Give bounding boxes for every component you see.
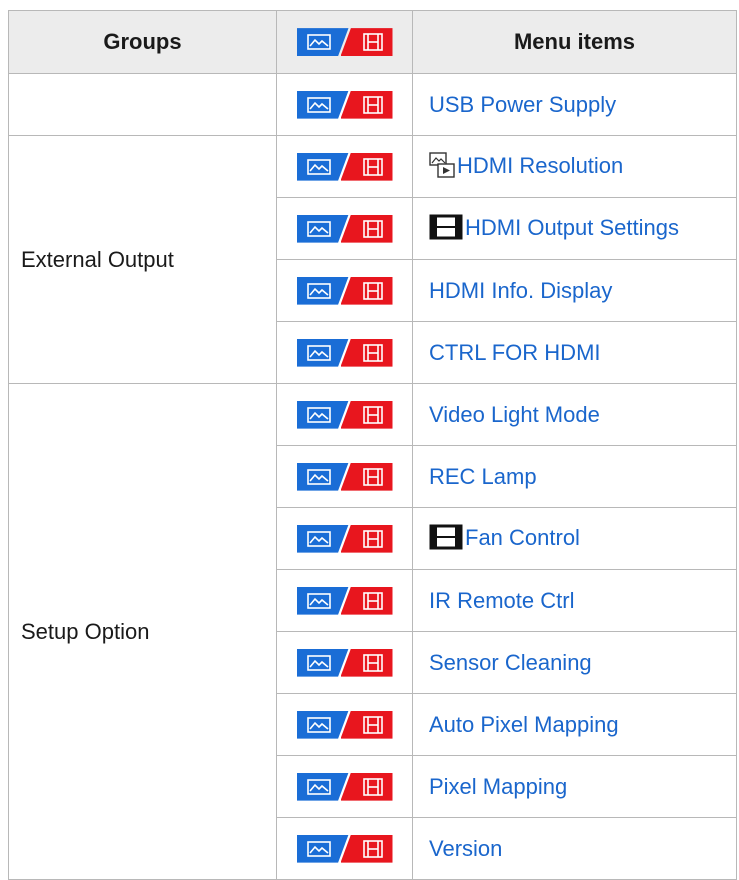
table-row: Setup Option Video Light Mode <box>8 383 737 880</box>
movie-icon <box>362 715 383 734</box>
still-image-icon <box>306 530 331 547</box>
still-movie-mode-badge <box>296 214 393 243</box>
menu-item-cell: HDMI Info. Display <box>412 259 737 322</box>
movie-icon <box>429 524 463 550</box>
still-playback-icon <box>429 152 455 178</box>
groups-column-header: Groups <box>8 10 277 74</box>
menu-item-cell: CTRL FOR HDMI <box>412 321 737 384</box>
menu-item-cell: HDMI Resolution <box>412 135 737 198</box>
still-movie-mode-badge <box>296 772 393 801</box>
menu-item-cell: Video Light Mode <box>412 383 737 446</box>
table-row: External Output HDMI Resolution <box>8 135 737 384</box>
menu-item-cell: HDMI Output Settings <box>412 197 737 260</box>
still-movie-mode-badge <box>296 152 393 181</box>
menu-item-link[interactable]: Fan Control <box>465 525 580 550</box>
group-cell: Setup Option <box>8 383 277 880</box>
menu-items-column-header: Menu items <box>412 10 737 74</box>
menu-item-link[interactable]: USB Power Supply <box>429 92 616 117</box>
movie-icon <box>362 591 383 610</box>
still-image-icon <box>306 96 331 113</box>
still-image-icon <box>306 406 331 423</box>
still-image-icon <box>306 840 331 857</box>
menu-item-link[interactable]: HDMI Info. Display <box>429 278 612 303</box>
menu-item-link[interactable]: Video Light Mode <box>429 402 600 427</box>
group-cell: External Output <box>8 135 277 384</box>
still-movie-mode-badge <box>296 586 393 615</box>
still-image-icon <box>306 468 331 485</box>
mode-cell <box>276 631 413 694</box>
mode-cell <box>276 197 413 260</box>
movie-icon <box>429 214 463 240</box>
table-row: USB Power Supply <box>8 73 737 136</box>
page: { "header": { "groups": "Groups", "menu_… <box>0 0 739 880</box>
still-image-icon <box>306 158 331 175</box>
still-image-icon <box>306 716 331 733</box>
still-image-icon <box>306 34 331 50</box>
still-image-icon <box>306 344 331 361</box>
menu-item-link[interactable]: HDMI Resolution <box>457 153 623 178</box>
menu-item-link[interactable]: IR Remote Ctrl <box>429 588 574 613</box>
still-movie-mode-badge <box>296 90 393 119</box>
still-image-icon <box>306 220 331 237</box>
mode-cell <box>276 755 413 818</box>
menu-item-link[interactable]: HDMI Output Settings <box>465 215 679 240</box>
menu-item-link[interactable]: Auto Pixel Mapping <box>429 712 619 737</box>
mode-cell <box>276 321 413 384</box>
movie-icon <box>362 653 383 672</box>
menu-item-link[interactable]: Version <box>429 836 502 861</box>
table-header-row: Groups Menu items <box>8 10 737 74</box>
mode-column-header <box>276 10 413 74</box>
movie-icon <box>362 343 383 362</box>
movie-icon <box>362 157 383 176</box>
mode-cell <box>276 73 413 136</box>
mode-cell <box>276 383 413 446</box>
movie-icon <box>362 777 383 796</box>
still-image-icon <box>306 654 331 671</box>
mode-cell <box>276 817 413 880</box>
menu-item-cell: REC Lamp <box>412 445 737 508</box>
menu-item-link[interactable]: CTRL FOR HDMI <box>429 340 601 365</box>
menu-item-cell: Pixel Mapping <box>412 755 737 818</box>
menu-item-link[interactable]: Sensor Cleaning <box>429 650 592 675</box>
menu-item-cell: Version <box>412 817 737 880</box>
menu-item-link[interactable]: Pixel Mapping <box>429 774 567 799</box>
menu-item-cell: IR Remote Ctrl <box>412 569 737 632</box>
mode-cell <box>276 693 413 756</box>
still-image-icon <box>306 592 331 609</box>
still-image-icon <box>306 282 331 299</box>
still-movie-mode-badge <box>296 400 393 429</box>
still-image-icon <box>306 778 331 795</box>
mode-cell <box>276 259 413 322</box>
movie-icon <box>362 467 383 486</box>
menu-item-cell: Fan Control <box>412 507 737 570</box>
still-movie-mode-badge <box>296 28 393 57</box>
menu-item-cell: Sensor Cleaning <box>412 631 737 694</box>
movie-icon <box>362 529 383 548</box>
menu-item-cell: USB Power Supply <box>412 73 737 136</box>
still-movie-mode-badge <box>296 338 393 367</box>
mode-cell <box>276 135 413 198</box>
menu-item-link[interactable]: REC Lamp <box>429 464 537 489</box>
movie-icon <box>362 405 383 424</box>
movie-icon <box>362 839 383 858</box>
still-movie-mode-badge <box>296 462 393 491</box>
group-cell <box>8 73 277 136</box>
mode-cell <box>276 569 413 632</box>
still-movie-mode-badge <box>296 710 393 739</box>
still-movie-mode-badge <box>296 276 393 305</box>
still-movie-mode-badge <box>296 648 393 677</box>
movie-icon <box>362 281 383 300</box>
movie-icon <box>362 95 383 114</box>
still-movie-mode-badge <box>296 524 393 553</box>
movie-icon <box>362 219 383 238</box>
mode-cell <box>276 507 413 570</box>
still-movie-mode-badge <box>296 834 393 863</box>
menu-item-cell: Auto Pixel Mapping <box>412 693 737 756</box>
menu-items-table: Groups Menu items USB Power Supply Exter… <box>8 10 737 880</box>
mode-cell <box>276 445 413 508</box>
movie-icon <box>362 33 383 51</box>
